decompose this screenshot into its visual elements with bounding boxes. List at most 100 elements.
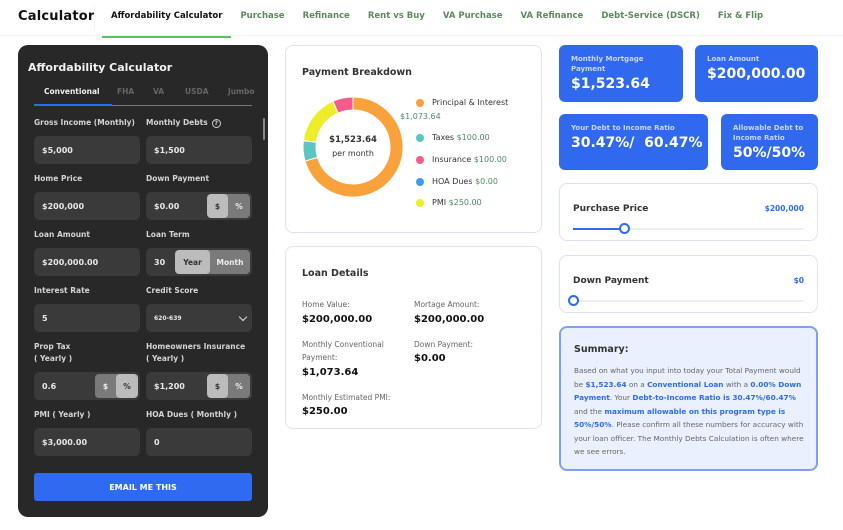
loan-tab-fha[interactable]: FHA bbox=[112, 85, 146, 105]
home-insurance-input[interactable]: $1,200 bbox=[154, 382, 185, 391]
summary-title: Summary: bbox=[574, 344, 629, 355]
down-payment-slider-card: Down Payment $0 bbox=[559, 255, 818, 313]
legend-item: PMI $250.00 bbox=[416, 198, 482, 207]
slider-thumb[interactable] bbox=[568, 295, 579, 306]
pmi-input[interactable]: $3,000.00 bbox=[34, 428, 140, 456]
monthly-payment-tile: Monthly Mortgage Payment $1,523.64 bbox=[559, 45, 683, 102]
stat-value: 30.47%/ 60.47% bbox=[571, 135, 703, 151]
slider-track[interactable] bbox=[573, 223, 804, 234]
loan-tab-conventional[interactable]: Conventional bbox=[34, 85, 112, 106]
allowable-dti-tile: Allowable Debt to Income Ratio 50%/50% bbox=[721, 114, 818, 170]
slider-label: Down Payment bbox=[573, 276, 649, 286]
gross-income-label: Gross Income (Monthly) bbox=[34, 118, 135, 127]
down-payment-input[interactable]: $0.00 bbox=[154, 202, 179, 211]
payment-breakdown-card: Payment Breakdown $1,523.64 per month Pr… bbox=[285, 45, 542, 233]
prop-tax-input[interactable]: 0.6 bbox=[42, 382, 56, 391]
stat-value: $1,523.64 bbox=[571, 76, 650, 92]
loan-details-title: Loan Details bbox=[302, 268, 369, 279]
summary-text-part: . Your bbox=[609, 393, 633, 402]
unit-percent-button[interactable]: % bbox=[116, 374, 138, 398]
credit-score-label: Credit Score bbox=[146, 286, 199, 295]
home-insurance-unit-toggle: $ % bbox=[207, 374, 250, 398]
summary-box: Summary: Based on what you input into to… bbox=[559, 326, 818, 471]
legend-item: HOA Dues $0.00 bbox=[416, 177, 498, 186]
loan-tab-usda[interactable]: USDA bbox=[178, 85, 218, 105]
stat-value: $200,000.00 bbox=[707, 66, 806, 82]
legend-label: Insurance bbox=[432, 155, 474, 164]
slider-track[interactable] bbox=[568, 295, 804, 306]
prop-tax-unit-toggle: $ % bbox=[95, 374, 138, 398]
credit-score-select[interactable]: 620-639 bbox=[146, 304, 252, 332]
pmi-label: PMI ( Yearly ) bbox=[34, 410, 91, 419]
slider-fill bbox=[573, 228, 624, 230]
legend-label: PMI bbox=[432, 198, 449, 207]
home-insurance-label: Homeowners Insurance ( Yearly ) bbox=[146, 341, 245, 365]
prop-tax-label-line1: Prop Tax bbox=[34, 342, 71, 351]
unit-percent-button[interactable]: % bbox=[228, 194, 250, 218]
stat-label: Your Debt to Income Ratio bbox=[571, 124, 675, 132]
legend-item: Taxes $100.00 bbox=[416, 133, 490, 142]
question-circle-icon[interactable]: ? bbox=[211, 118, 221, 128]
brand-title: Calculator bbox=[18, 9, 95, 24]
summary-highlight: Debt-to-Income Ratio is 30.47%/60.47% bbox=[632, 393, 796, 402]
tab-dscr[interactable]: Debt-Service (DSCR) bbox=[592, 0, 709, 36]
loan-amount-input[interactable]: $200,000.00 bbox=[34, 248, 140, 276]
slider-value: $200,000 bbox=[764, 204, 804, 213]
legend-value: $100.00 bbox=[473, 155, 507, 164]
monthly-pmi: $250.00 bbox=[302, 406, 348, 417]
home-insurance-label-line2: ( Yearly ) bbox=[146, 354, 185, 363]
loan-amount-label: Loan Amount bbox=[34, 230, 90, 239]
monthly-payment: $1,073.64 bbox=[302, 367, 359, 378]
loan-term-label: Loan Term bbox=[146, 230, 190, 239]
tab-rent-vs-buy[interactable]: Rent vs Buy bbox=[359, 0, 434, 36]
unit-month-button[interactable]: Month bbox=[210, 250, 250, 274]
tab-fix-and-flip[interactable]: Fix & Flip bbox=[709, 0, 772, 36]
monthly-debts-input[interactable]: $1,500 bbox=[146, 136, 252, 164]
legend-item: Insurance $100.00 bbox=[416, 155, 507, 164]
loan-tab-jumbo[interactable]: Jumbo bbox=[218, 85, 254, 105]
credit-score-value: 620-639 bbox=[154, 314, 182, 322]
legend-dot-icon bbox=[416, 133, 424, 142]
slider-thumb[interactable] bbox=[618, 223, 630, 234]
chevron-down-icon bbox=[238, 312, 248, 322]
legend-dot-icon bbox=[416, 98, 424, 107]
scrollbar[interactable] bbox=[263, 118, 265, 140]
interest-rate-input[interactable]: 5 bbox=[34, 304, 140, 332]
monthly-debts-label: Monthly Debts? bbox=[146, 117, 221, 129]
unit-year-button[interactable]: Year bbox=[175, 250, 210, 274]
email-me-button[interactable]: EMAIL ME THIS bbox=[34, 473, 252, 501]
unit-dollar-button[interactable]: $ bbox=[207, 374, 228, 398]
affordability-form-panel: Affordability Calculator Conventional FH… bbox=[18, 45, 268, 517]
loan-details-card: Loan Details Home Value: $200,000.00 Mor… bbox=[285, 246, 542, 429]
dti-tile: Your Debt to Income Ratio 30.47%/ 60.47% bbox=[559, 114, 708, 170]
legend-dot-icon bbox=[416, 198, 424, 207]
summary-text-part: and the bbox=[574, 406, 605, 416]
home-price-input[interactable]: $200,000 bbox=[34, 192, 140, 220]
unit-percent-button[interactable]: % bbox=[228, 374, 250, 398]
donut-subtitle: per month bbox=[332, 149, 374, 158]
tab-va-purchase[interactable]: VA Purchase bbox=[434, 0, 512, 36]
unit-dollar-button[interactable]: $ bbox=[95, 374, 116, 398]
home-price-label: Home Price bbox=[34, 174, 83, 183]
mortgage-amount-label: Mortage Amount: bbox=[414, 300, 480, 309]
tab-purchase[interactable]: Purchase bbox=[231, 0, 293, 36]
legend-item: Principal & Interest $1,073.64 bbox=[400, 98, 508, 121]
unit-dollar-button[interactable]: $ bbox=[207, 194, 228, 218]
hoa-input[interactable]: 0 bbox=[146, 428, 252, 456]
donut-total: $1,523.64 bbox=[329, 135, 377, 145]
stat-value: 50%/50% bbox=[733, 145, 806, 161]
loan-term-input[interactable]: 30 bbox=[154, 258, 165, 267]
slider-label: Purchase Price bbox=[573, 204, 649, 214]
summary-highlight: Conventional Loan bbox=[647, 379, 724, 389]
tab-refinance[interactable]: Refinance bbox=[294, 0, 359, 36]
interest-rate-label: Interest Rate bbox=[34, 286, 90, 295]
gross-income-input[interactable]: $5,000 bbox=[34, 136, 140, 164]
tab-va-refinance[interactable]: VA Refinance bbox=[512, 0, 593, 36]
down-payment-unit-toggle: $ % bbox=[207, 194, 250, 218]
donut-center-label: $1,523.64 per month bbox=[308, 135, 398, 158]
prop-tax-label-line2: ( Yearly ) bbox=[34, 354, 73, 363]
tab-affordability-calculator[interactable]: Affordability Calculator bbox=[102, 0, 232, 38]
legend-value: $100.00 bbox=[456, 133, 490, 142]
loan-tab-va[interactable]: VA bbox=[146, 85, 178, 105]
monthly-payment-label: Monthly Conventional Payment: bbox=[302, 340, 384, 362]
